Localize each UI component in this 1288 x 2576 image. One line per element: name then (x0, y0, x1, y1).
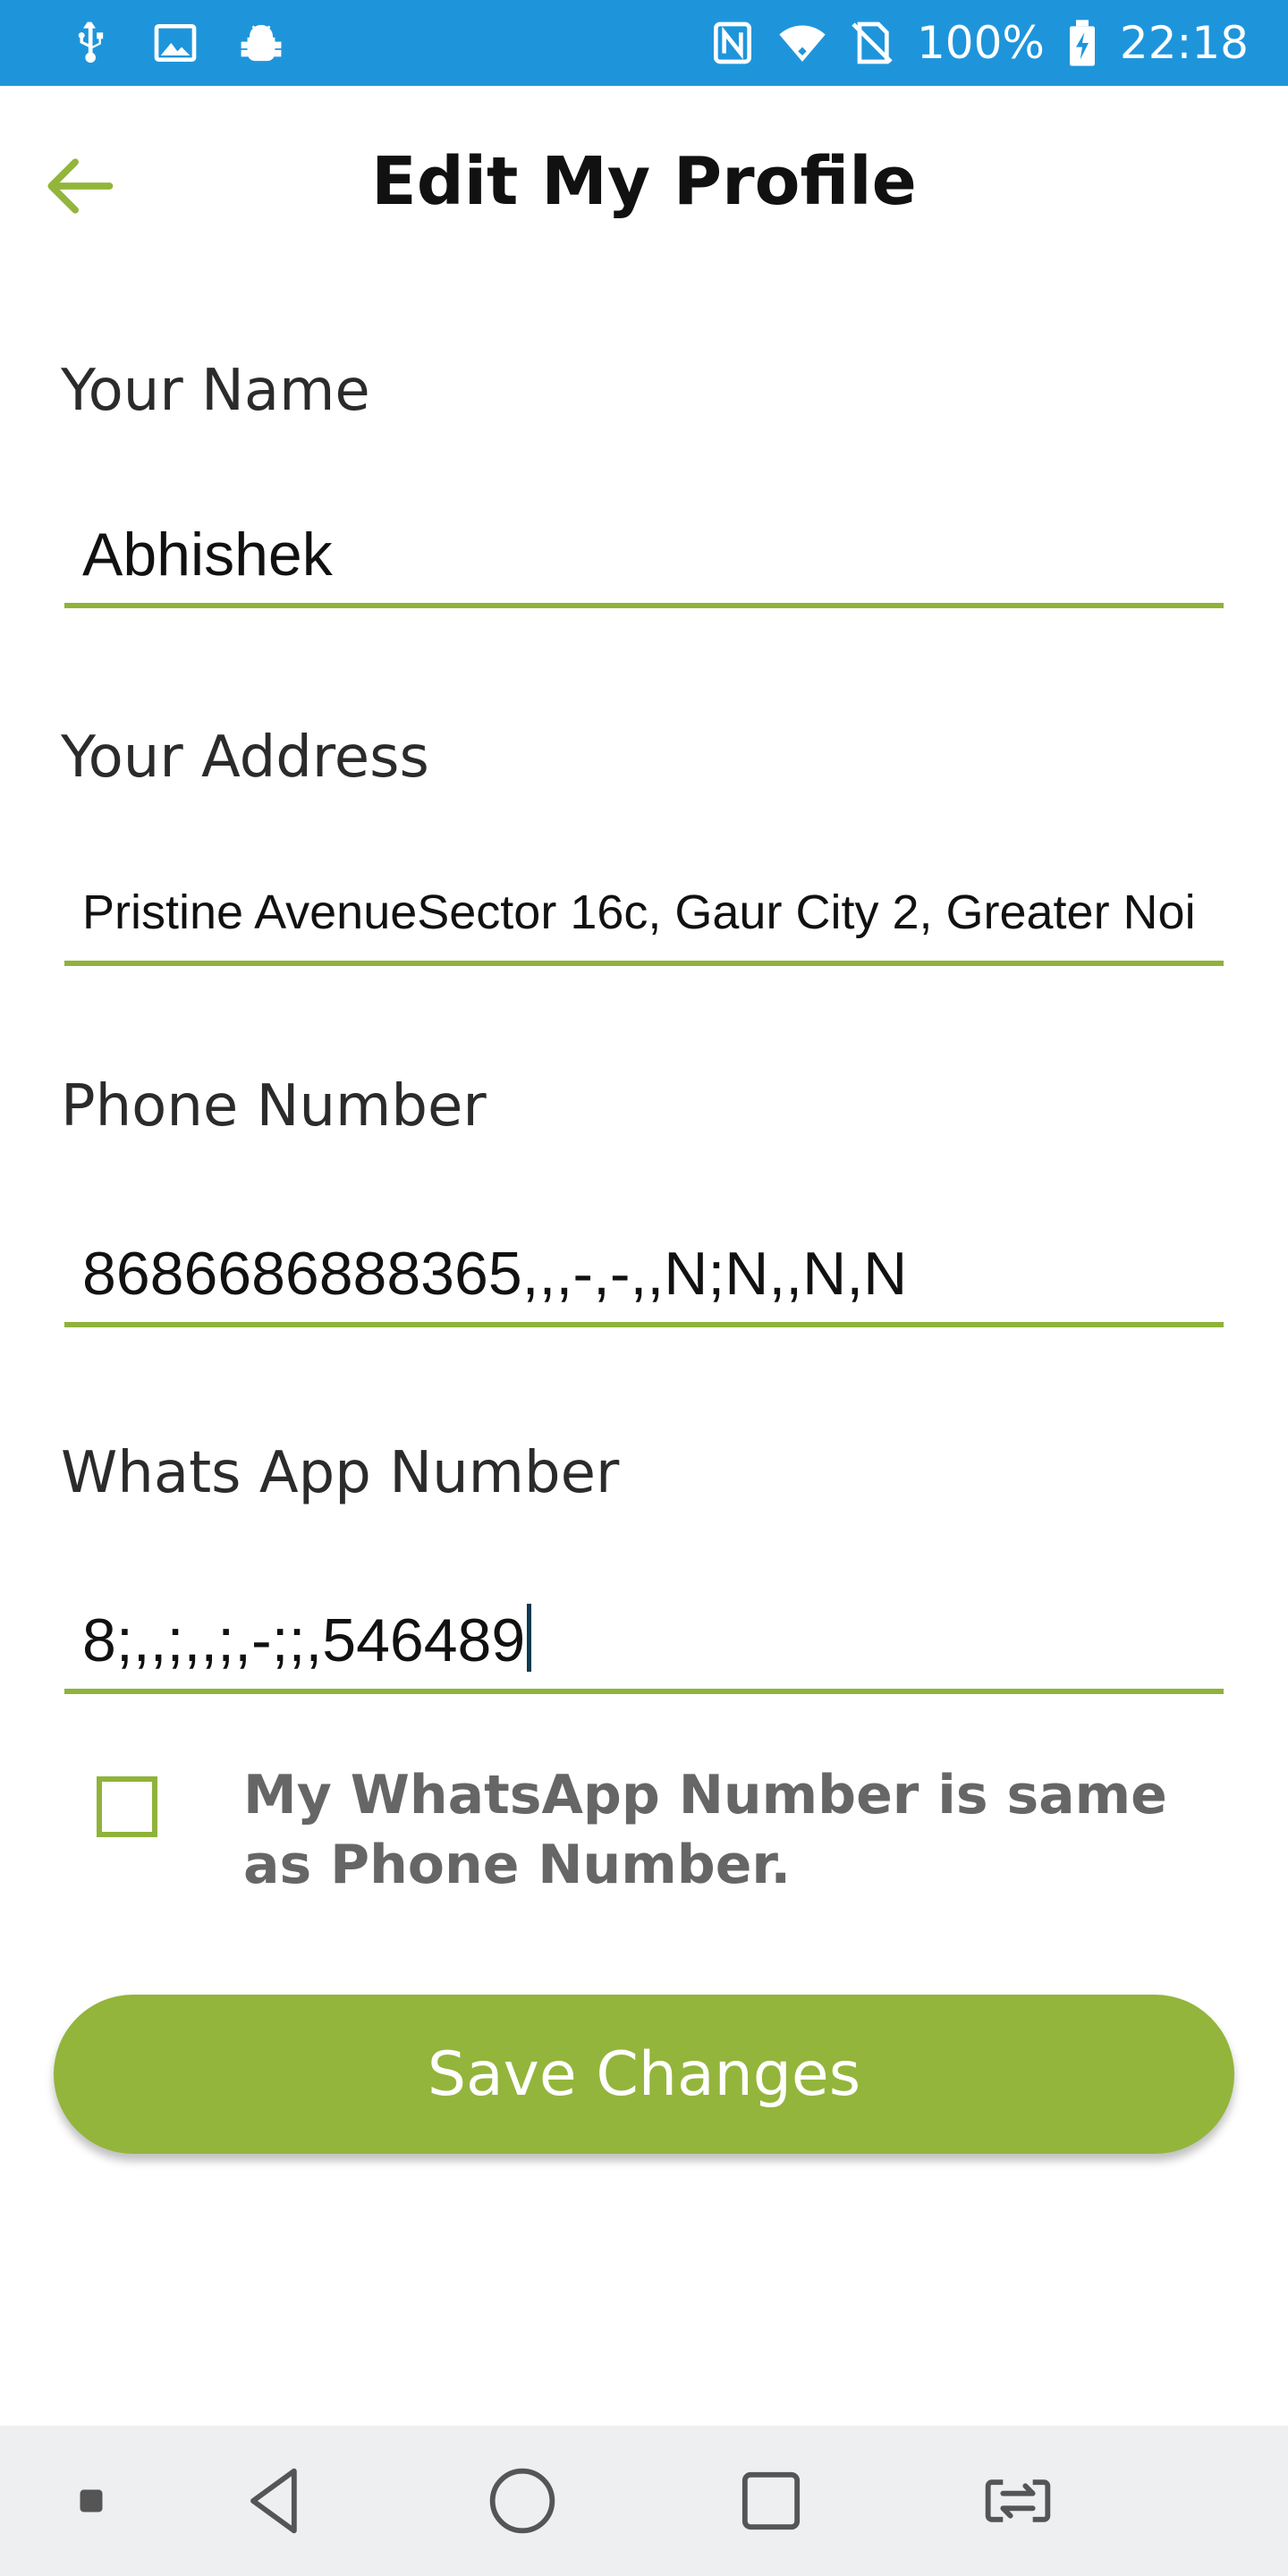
address-input[interactable]: Pristine AvenueSector 16c, Gaur City 2, … (64, 868, 1224, 966)
wifi-icon (777, 18, 827, 68)
dot-icon (80, 2489, 103, 2512)
phone-value: 8686686888365,,,-,-,,N;N,,N,N (82, 1240, 908, 1308)
address-value: Pristine AvenueSector 16c, Gaur City 2, … (82, 886, 1196, 939)
nav-back-button[interactable] (231, 2456, 320, 2546)
nav-recents-button[interactable] (726, 2456, 816, 2546)
status-bar-right: 100% 22:18 (708, 16, 1249, 70)
same-number-checkbox[interactable] (97, 1776, 157, 1837)
no-sim-icon (847, 18, 897, 68)
battery-percent: 100% (916, 17, 1045, 69)
usb-icon (64, 18, 114, 68)
nav-switch-button[interactable] (973, 2456, 1063, 2546)
back-triangle-icon (250, 2468, 297, 2534)
address-label: Your Address (61, 724, 429, 791)
nav-home-button[interactable] (478, 2456, 567, 2546)
nav-dot-button[interactable] (47, 2456, 136, 2546)
status-bar: 100% 22:18 (0, 0, 1288, 86)
whatsapp-value: 8;,,;,,;,-;;,546489 (82, 1606, 526, 1674)
whatsapp-input[interactable]: 8;,,;,,;,-;;,546489 (64, 1596, 1224, 1694)
save-changes-button[interactable]: Save Changes (54, 1995, 1234, 2154)
name-label: Your Name (61, 358, 370, 424)
switch-app-icon (985, 2479, 1051, 2522)
status-bar-left (64, 16, 286, 70)
android-debug-icon (236, 18, 286, 68)
battery-charging-icon (1064, 18, 1100, 68)
phone-input[interactable]: 8686686888365,,,-,-,,N;N,,N,N (64, 1229, 1224, 1327)
nfc-icon (708, 18, 758, 68)
image-icon (150, 18, 200, 68)
app-bar: Edit My Profile (0, 86, 1288, 286)
page-title: Edit My Profile (371, 143, 917, 220)
text-caret (527, 1604, 532, 1672)
whatsapp-label: Whats App Number (61, 1440, 620, 1506)
phone-label: Phone Number (61, 1073, 487, 1140)
clock: 22:18 (1119, 17, 1249, 69)
system-nav-bar (0, 2426, 1288, 2576)
same-number-checkbox-label: My WhatsApp Number is same as Phone Numb… (243, 1764, 1167, 1896)
home-circle-icon (489, 2468, 555, 2534)
name-value: Abhishek (82, 521, 333, 589)
whatsapp-value-wrap: 8;,,;,,;,-;;,546489 (82, 1596, 1224, 1685)
name-input[interactable]: Abhishek (64, 510, 1224, 608)
recents-square-icon (741, 2471, 801, 2530)
